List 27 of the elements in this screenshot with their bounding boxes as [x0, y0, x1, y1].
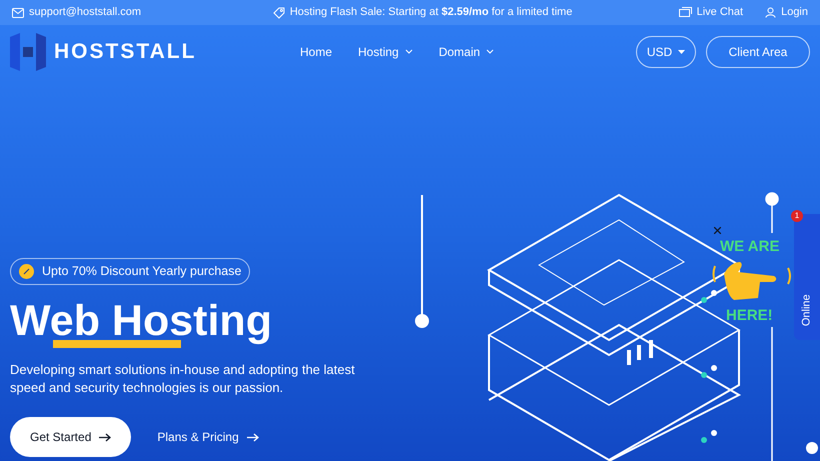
nav-link[interactable]: Home: [300, 42, 332, 60]
nav-link[interactable]: Domain: [438, 42, 494, 60]
arrow-right-icon: [246, 432, 259, 442]
hero-subtitle: Developing smart solutions in-house and adopting the latest speed and security technologies is our passion.: [10, 361, 356, 397]
tag-icon: [272, 6, 285, 18]
logo-icon: [10, 32, 46, 70]
percent-icon: [19, 264, 34, 279]
caret-icon: [678, 50, 686, 54]
logo-text: HOSTSTALL: [54, 38, 196, 65]
mail-icon: [12, 8, 24, 18]
client-area-button[interactable]: Client Area: [706, 36, 810, 68]
live-chat-link[interactable]: Live Chat: [696, 4, 744, 21]
callout-text: HERE!: [726, 306, 773, 326]
callout-text: WE ARE: [720, 237, 780, 257]
user-icon: [765, 7, 776, 18]
email-link[interactable]: support@hoststall.com: [29, 4, 142, 21]
plans-pricing-link[interactable]: Plans & Pricing: [157, 428, 259, 446]
login-link[interactable]: Login: [781, 4, 808, 21]
unread-badge: 1: [791, 210, 803, 222]
get-started-button[interactable]: Get Started: [10, 417, 132, 457]
currency-dropdown[interactable]: USD: [636, 36, 696, 68]
nav-link[interactable]: Hosting: [358, 42, 413, 60]
chat-icon: [678, 7, 692, 18]
promo-text: Hosting Flash Sale: Starting at $2.59/mo for a limited time: [290, 5, 572, 20]
arrow-right-icon: [99, 432, 112, 442]
close-icon[interactable]: [714, 227, 721, 234]
discount-badge: Upto 70% Discount Yearly purchase: [10, 258, 250, 285]
